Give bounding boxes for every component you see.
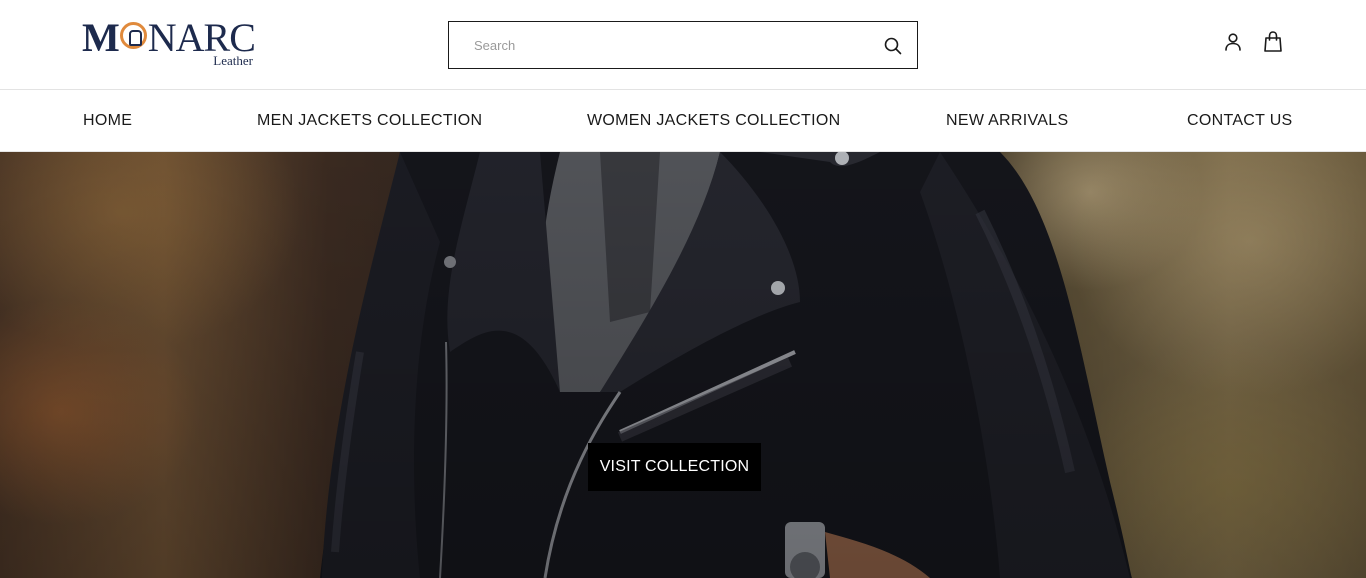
nav-item-home[interactable]: HOME: [83, 111, 132, 131]
logo-emblem-icon: [119, 22, 147, 49]
search-icon[interactable]: [883, 36, 903, 56]
logo-letter-m: M: [82, 15, 120, 60]
nav-item-men-jackets[interactable]: MEN JACKETS COLLECTION: [257, 111, 482, 131]
nav-item-women-jackets[interactable]: WOMEN JACKETS COLLECTION: [587, 111, 840, 131]
brand-logo[interactable]: M NARC Leather: [82, 18, 257, 70]
nav-item-contact-us[interactable]: CONTACT US: [1187, 111, 1293, 131]
search-box: [448, 21, 918, 69]
shopping-bag-icon[interactable]: [1262, 30, 1284, 54]
logo-subtitle: Leather: [213, 53, 253, 68]
site-header: M NARC Leather: [0, 0, 1366, 90]
hero-banner: VISIT COLLECTION: [0, 152, 1366, 578]
hero-overlay: [0, 152, 1366, 578]
main-nav: HOME MEN JACKETS COLLECTION WOMEN JACKET…: [0, 90, 1366, 152]
visit-collection-button[interactable]: VISIT COLLECTION: [588, 443, 761, 491]
account-icon[interactable]: [1222, 31, 1244, 53]
search-input[interactable]: [449, 22, 869, 68]
nav-item-new-arrivals[interactable]: NEW ARRIVALS: [946, 111, 1068, 131]
logo-wordmark: M NARC: [82, 15, 256, 60]
